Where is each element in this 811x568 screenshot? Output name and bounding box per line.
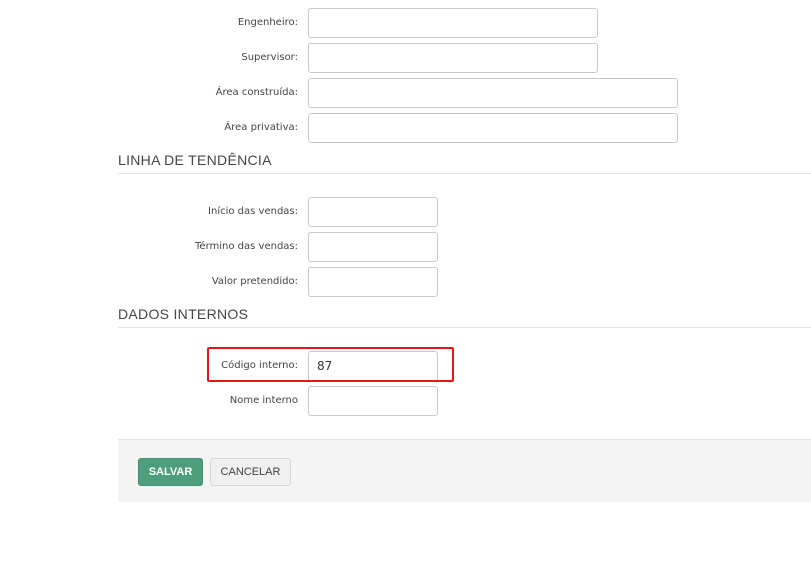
engenheiro-label: Engenheiro: [237, 17, 298, 28]
termino-vendas-input[interactable] [308, 232, 438, 262]
termino-vendas-label: Término das vendas: [195, 241, 298, 252]
area-privativa-input[interactable] [308, 113, 678, 143]
codigo-interno-row: Código interno: [118, 351, 811, 381]
valor-pretendido-row: Valor pretendido: [118, 267, 811, 297]
engenheiro-input[interactable] [308, 8, 598, 38]
save-button[interactable]: SALVAR [138, 458, 203, 486]
area-privativa-row: Área privativa: [118, 113, 811, 143]
nome-interno-row: Nome interno [118, 386, 811, 416]
area-privativa-label: Área privativa: [224, 122, 298, 133]
termino-vendas-row: Término das vendas: [118, 232, 811, 262]
supervisor-label: Supervisor: [241, 52, 298, 63]
section-divider-linha-tendencia [118, 173, 811, 174]
valor-pretendido-label: Valor pretendido: [211, 276, 298, 287]
valor-pretendido-input[interactable] [308, 267, 438, 297]
engenheiro-row: Engenheiro: [118, 8, 811, 38]
supervisor-input[interactable] [308, 43, 598, 73]
inicio-vendas-input[interactable] [308, 197, 438, 227]
cancel-button[interactable]: CANCELAR [210, 458, 291, 486]
supervisor-row: Supervisor: [118, 43, 811, 73]
area-construida-label: Área construída: [215, 87, 298, 98]
inicio-vendas-label: Início das vendas: [208, 206, 298, 217]
form-actions-bar: SALVAR CANCELAR [118, 439, 811, 502]
section-divider-dados-internos [118, 327, 811, 328]
codigo-interno-input[interactable] [308, 351, 438, 381]
area-construida-row: Área construída: [118, 78, 811, 108]
inicio-vendas-row: Início das vendas: [118, 197, 811, 227]
area-construida-input[interactable] [308, 78, 678, 108]
section-title-linha-tendencia: LINHA DE TENDÊNCIA [118, 152, 272, 168]
nome-interno-input[interactable] [308, 386, 438, 416]
codigo-interno-label: Código interno: [221, 360, 298, 371]
section-title-dados-internos: DADOS INTERNOS [118, 306, 249, 322]
nome-interno-label: Nome interno [229, 395, 298, 406]
